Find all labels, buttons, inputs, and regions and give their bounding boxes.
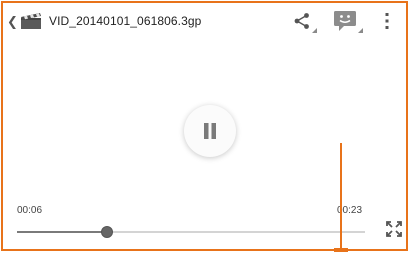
back-chevron-icon[interactable]: ❮ xyxy=(7,15,18,28)
annotation-marker-tab xyxy=(334,248,348,252)
overflow-menu-button[interactable] xyxy=(368,3,406,39)
message-button[interactable] xyxy=(322,3,368,39)
fullscreen-expand-icon[interactable] xyxy=(386,221,402,237)
dropdown-corner-icon xyxy=(312,28,317,33)
action-bar xyxy=(282,3,406,39)
dropdown-corner-icon xyxy=(358,28,363,33)
title-bar: ❮ VID_20140101_061806.3gp xyxy=(3,3,406,39)
more-vertical-icon xyxy=(385,13,389,29)
annotation-marker-line xyxy=(340,143,342,251)
message-face-icon xyxy=(334,11,356,31)
video-title: VID_20140101_061806.3gp xyxy=(49,14,202,28)
current-time: 00:06 xyxy=(17,205,43,216)
video-player-window: ❮ VID_20140101_061806.3gp 00:06 00:23 xyxy=(1,1,408,251)
seek-bar-progress xyxy=(17,231,107,233)
share-button[interactable] xyxy=(282,3,322,39)
clapperboard-icon xyxy=(21,13,41,29)
seek-bar[interactable] xyxy=(17,226,365,238)
pause-icon xyxy=(204,123,216,139)
pause-button[interactable] xyxy=(184,105,236,157)
share-icon xyxy=(294,13,309,29)
seek-thumb[interactable] xyxy=(101,226,113,238)
